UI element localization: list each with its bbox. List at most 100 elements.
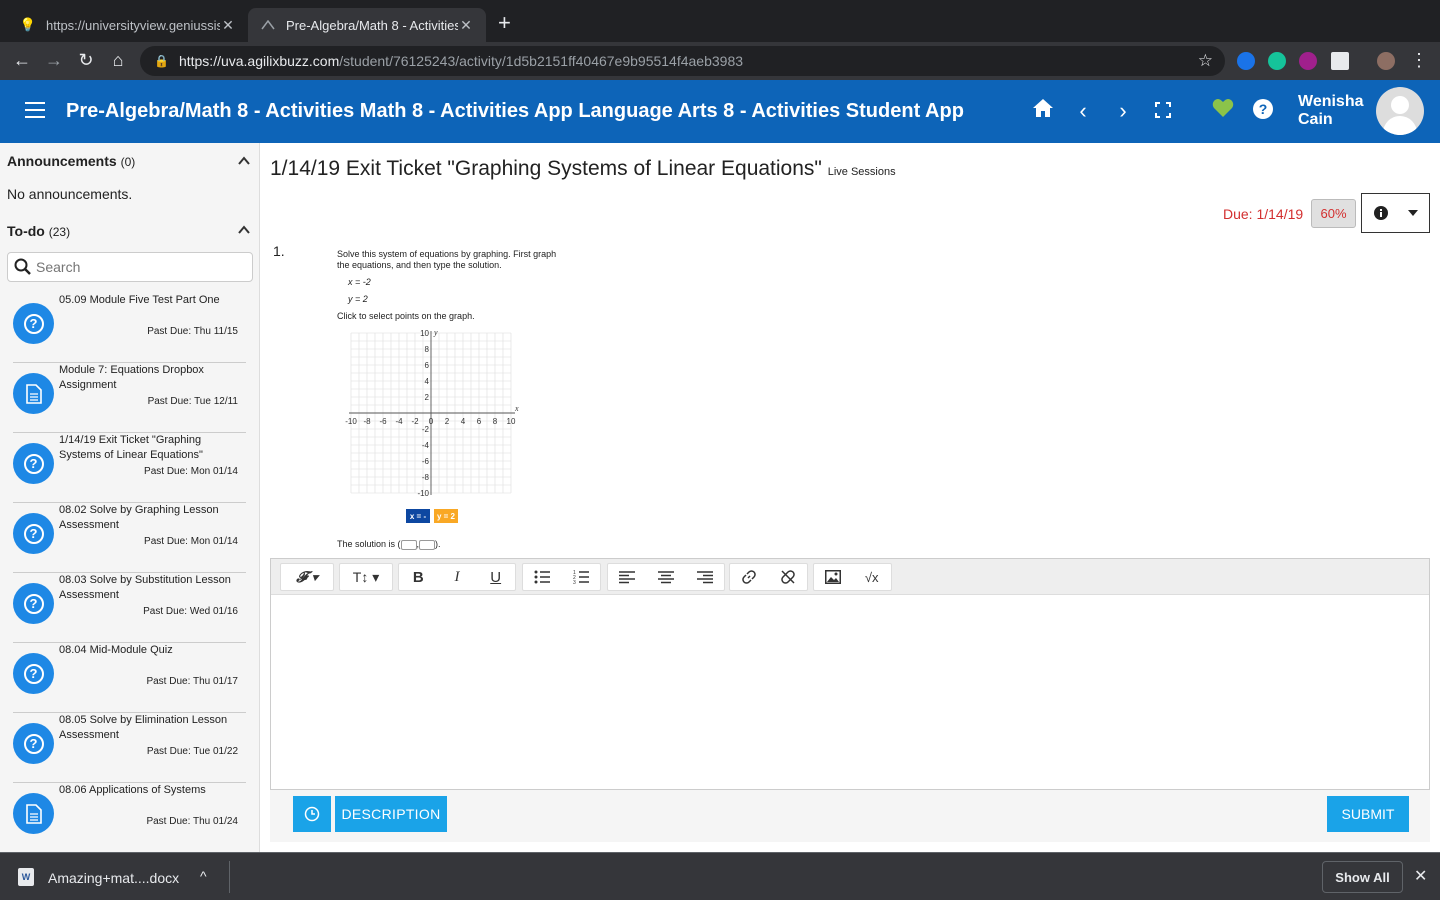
due-date: Due: 1/14/19 [1223,206,1304,222]
todo-title: 08.02 Solve by Graphing Lesson Assessmen… [59,504,219,531]
fullscreen-icon[interactable] [1150,98,1176,124]
profile-avatar[interactable] [1377,52,1395,70]
align-right-icon[interactable] [685,564,724,590]
unlink-icon[interactable] [769,564,808,590]
avatar[interactable] [1376,87,1424,135]
image-icon[interactable] [814,564,853,590]
info-dropdown-button[interactable] [1361,193,1430,233]
solution-suffix: ). [435,539,441,549]
question-icon: ? [13,723,54,764]
x-tick-label: 6 [477,417,482,426]
todo-item[interactable]: ? 08.05 Solve by Elimination Lesson Asse… [13,713,246,783]
close-icon[interactable]: ✕ [1414,866,1427,886]
reload-icon[interactable]: ↻ [75,50,97,71]
user-first-name: Wenisha [1298,93,1364,110]
heart-icon[interactable] [1210,98,1236,124]
extension-icon[interactable] [1331,52,1349,70]
todo-item[interactable]: Module 7: Equations Dropbox Assignment P… [13,363,246,433]
search-box[interactable] [7,252,253,282]
home-icon[interactable]: ⌂ [107,50,129,71]
timer-button[interactable] [293,796,331,832]
user-last-name: Cain [1298,111,1333,128]
legend-x-equation[interactable]: x = - [406,509,430,523]
browser-toolbar: ← → ↻ ⌂ 🔒 https://uva.agilixbuzz.com/stu… [0,42,1440,80]
svg-text:3: 3 [573,580,576,584]
hamburger-menu-icon[interactable] [25,102,45,120]
question-icon: ? [13,653,54,694]
new-tab-icon[interactable]: + [498,12,511,34]
y-axis-label: y [433,329,438,337]
extension-icon[interactable] [1299,52,1317,70]
activity-title: 1/14/19 Exit Ticket "Graphing Systems of… [270,157,822,180]
extension-icon[interactable] [1237,52,1255,70]
align-left-icon[interactable] [608,564,647,590]
close-tab-icon[interactable]: ✕ [220,17,236,34]
description-button[interactable]: DESCRIPTION [335,796,447,832]
chevron-up-icon[interactable]: ^ [200,868,207,884]
browser-tab-universityview[interactable]: 💡 https://universityview.geniussis ✕ [8,8,248,42]
todo-item[interactable]: ? 08.02 Solve by Graphing Lesson Assessm… [13,503,246,573]
todo-item[interactable]: ? 08.04 Mid-Module Quiz Past Due: Thu 01… [13,643,246,713]
todo-item[interactable]: ? 05.09 Module Five Test Part One Past D… [13,293,246,363]
address-bar[interactable]: 🔒 https://uva.agilixbuzz.com/student/761… [140,46,1225,76]
document-icon [13,793,54,834]
font-size-dropdown[interactable]: T↕ ▾ [339,563,393,591]
align-center-icon[interactable] [647,564,686,590]
question-icon: ? [13,443,54,484]
chevron-up-icon[interactable] [238,224,250,236]
equation-icon[interactable]: √x [853,564,892,590]
todo-heading[interactable]: To-do (23) [7,223,70,239]
previous-icon[interactable]: ‹ [1070,98,1096,124]
legend-y-equation[interactable]: y = 2 [434,509,458,523]
y-tick-label: 4 [425,377,430,386]
todo-item[interactable]: ? 1/14/19 Exit Ticket "Graphing Systems … [13,433,246,503]
todo-item[interactable]: 08.06 Applications of Systems Past Due: … [13,783,246,852]
back-icon[interactable]: ← [11,50,33,71]
bookmark-star-icon[interactable]: ☆ [1198,51,1213,71]
font-family-dropdown[interactable]: 𝓕 ▾ [280,563,334,591]
next-icon[interactable]: › [1110,98,1136,124]
numbered-list-icon[interactable]: 123 [562,564,601,590]
tab-title: Pre-Algebra/Math 8 - Activities [286,17,458,33]
answer-editor[interactable]: 𝓕 ▾ T↕ ▾ B I U 123 √x [270,558,1430,790]
solution-x-input[interactable] [400,539,417,550]
document-icon [13,373,54,414]
chevron-up-icon[interactable] [238,155,250,167]
italic-icon[interactable]: I [438,564,477,590]
user-name[interactable]: Wenisha Cain [1298,93,1364,129]
search-input[interactable] [36,259,236,275]
grammarly-icon[interactable] [1268,52,1286,70]
close-tab-icon[interactable]: ✕ [458,17,474,34]
question-icon: ? [13,513,54,554]
equation-1: x = -2 [348,277,371,287]
forward-icon[interactable]: → [43,50,65,71]
todo-due: Past Due: Tue 01/22 [146,746,238,757]
home-icon[interactable] [1030,98,1056,124]
todo-due: Past Due: Wed 01/16 [143,606,238,617]
bold-icon[interactable]: B [399,564,438,590]
underline-icon[interactable]: U [476,564,515,590]
y-tick-label: 8 [425,345,430,354]
browser-tab-active[interactable]: Pre-Algebra/Math 8 - Activities ✕ [248,8,486,42]
download-filename[interactable]: Amazing+mat....docx [48,870,179,886]
main-content: 1/14/19 Exit Ticket "Graphing Systems of… [261,143,1440,852]
graph-prompt: Click to select points on the graph. [337,311,475,321]
solution-y-input[interactable] [419,539,436,550]
todo-title: 1/14/19 Exit Ticket "Graphing Systems of… [59,434,203,461]
link-icon[interactable] [730,564,769,590]
coordinate-graph[interactable]: -10 -8 -6 -4 -2 0 2 4 6 8 10108642-2-4-6-8-10xy [341,329,521,499]
announcements-heading[interactable]: Announcements (0) [7,153,135,169]
menu-dots-icon[interactable]: ⋮ [1408,50,1430,71]
todo-label: To-do [7,223,45,239]
bullet-list-icon[interactable] [523,564,562,590]
help-icon[interactable]: ? [1250,98,1276,126]
insert-group: √x [813,563,892,591]
instruction-text: Solve this system of equations by graphi… [337,249,557,259]
tab-title: https://universityview.geniussis [46,17,220,33]
y-tick-label: 2 [425,393,430,402]
todo-title: 05.09 Module Five Test Part One [59,294,220,306]
submit-button[interactable]: SUBMIT [1327,796,1409,832]
show-all-button[interactable]: Show All [1322,861,1403,893]
todo-item[interactable]: ? 08.03 Solve by Substitution Lesson Ass… [13,573,246,643]
search-icon [14,258,31,275]
